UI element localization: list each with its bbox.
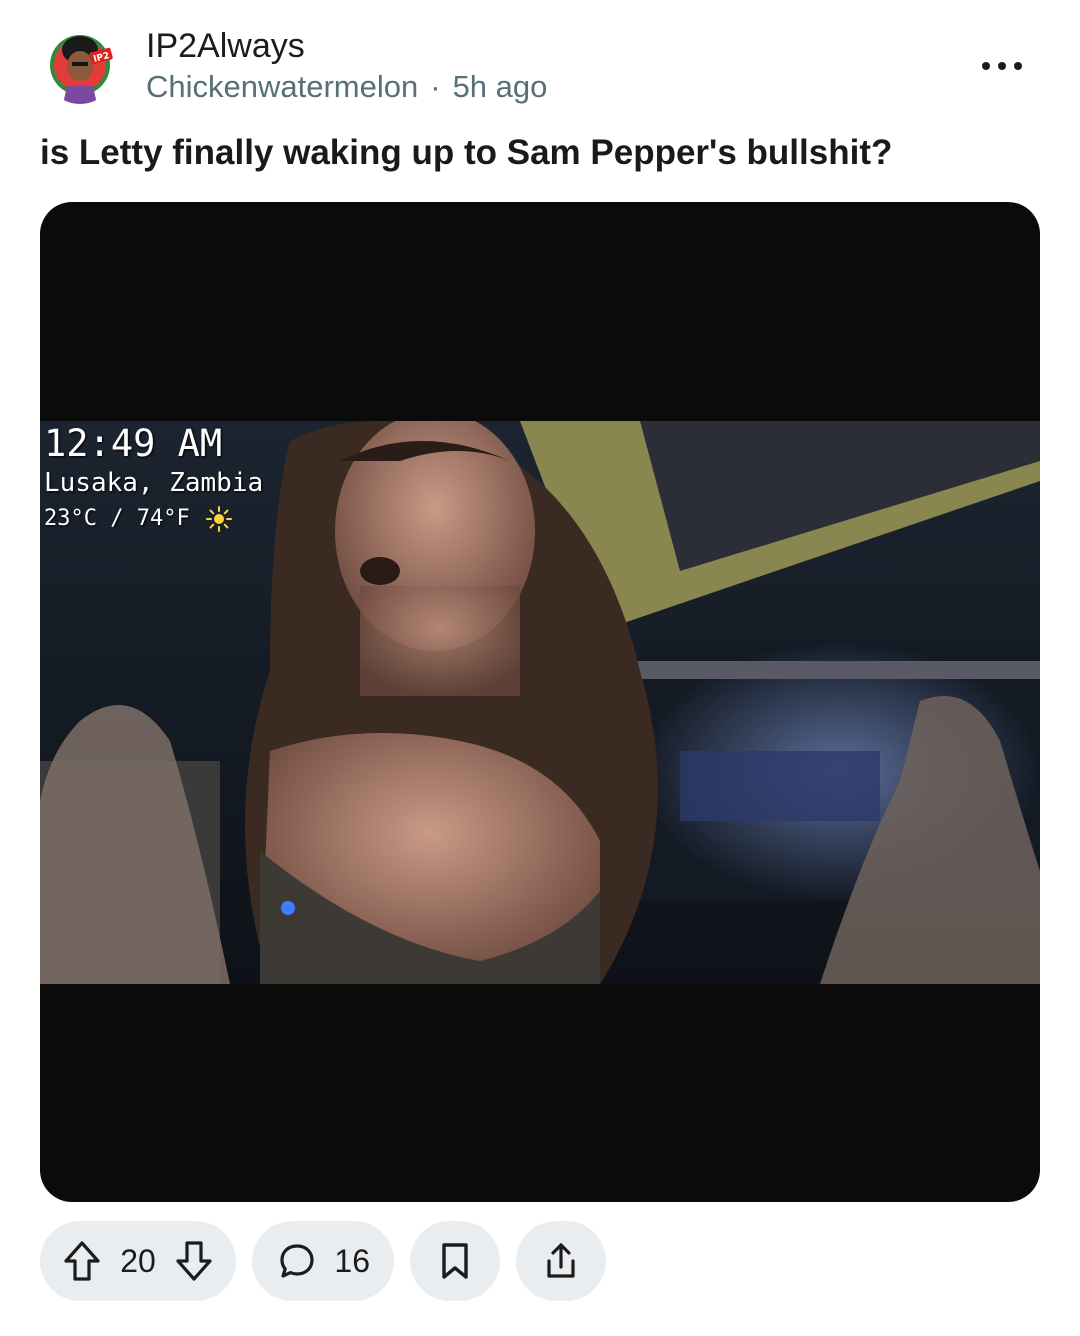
- comments-button[interactable]: 16: [252, 1221, 394, 1301]
- more-dot-icon: [998, 62, 1006, 70]
- more-dot-icon: [1014, 62, 1022, 70]
- comment-count: 16: [334, 1242, 370, 1279]
- post-header: IP2 IP2Always Chickenwatermelon · 5h ago: [40, 26, 1040, 106]
- share-icon: [542, 1241, 580, 1281]
- post-meta: Chickenwatermelon · 5h ago: [146, 68, 547, 106]
- vote-control: 20: [40, 1221, 236, 1301]
- overlay-location: Lusaka, Zambia: [44, 468, 264, 498]
- avatar-icon: IP2: [43, 28, 117, 104]
- save-button[interactable]: [410, 1221, 500, 1301]
- meta-separator: ·: [430, 69, 441, 104]
- video-overlay: 12:49 AM Lusaka, Zambia 23°C / 74°F: [44, 421, 263, 537]
- share-button[interactable]: [516, 1221, 606, 1301]
- more-dot-icon: [982, 62, 990, 70]
- overlay-temperature-row: 23°C / 74°F: [44, 501, 263, 537]
- community-avatar[interactable]: IP2: [43, 26, 117, 104]
- upvote-arrow-icon[interactable]: [62, 1239, 102, 1283]
- comment-bubble-icon: [278, 1242, 316, 1280]
- overlay-temperature: 23°C / 74°F: [44, 506, 190, 531]
- vote-score: 20: [120, 1242, 156, 1279]
- downvote-arrow-icon[interactable]: [174, 1239, 214, 1283]
- bookmark-icon: [439, 1242, 471, 1280]
- community-name[interactable]: IP2Always: [146, 26, 305, 66]
- post-title[interactable]: is Letty finally waking up to Sam Pepper…: [40, 130, 1040, 176]
- sun-icon: [205, 506, 232, 532]
- video-frame: 12:49 AM Lusaka, Zambia 23°C / 74°F: [40, 421, 1040, 984]
- post-media[interactable]: 12:49 AM Lusaka, Zambia 23°C / 74°F: [40, 202, 1040, 1202]
- author-name[interactable]: Chickenwatermelon: [146, 69, 418, 104]
- post-age: 5h ago: [452, 69, 548, 104]
- more-options-button[interactable]: [982, 54, 1022, 78]
- overlay-time: 12:49 AM: [44, 422, 223, 465]
- post-actions-bar: 20 16: [40, 1221, 606, 1301]
